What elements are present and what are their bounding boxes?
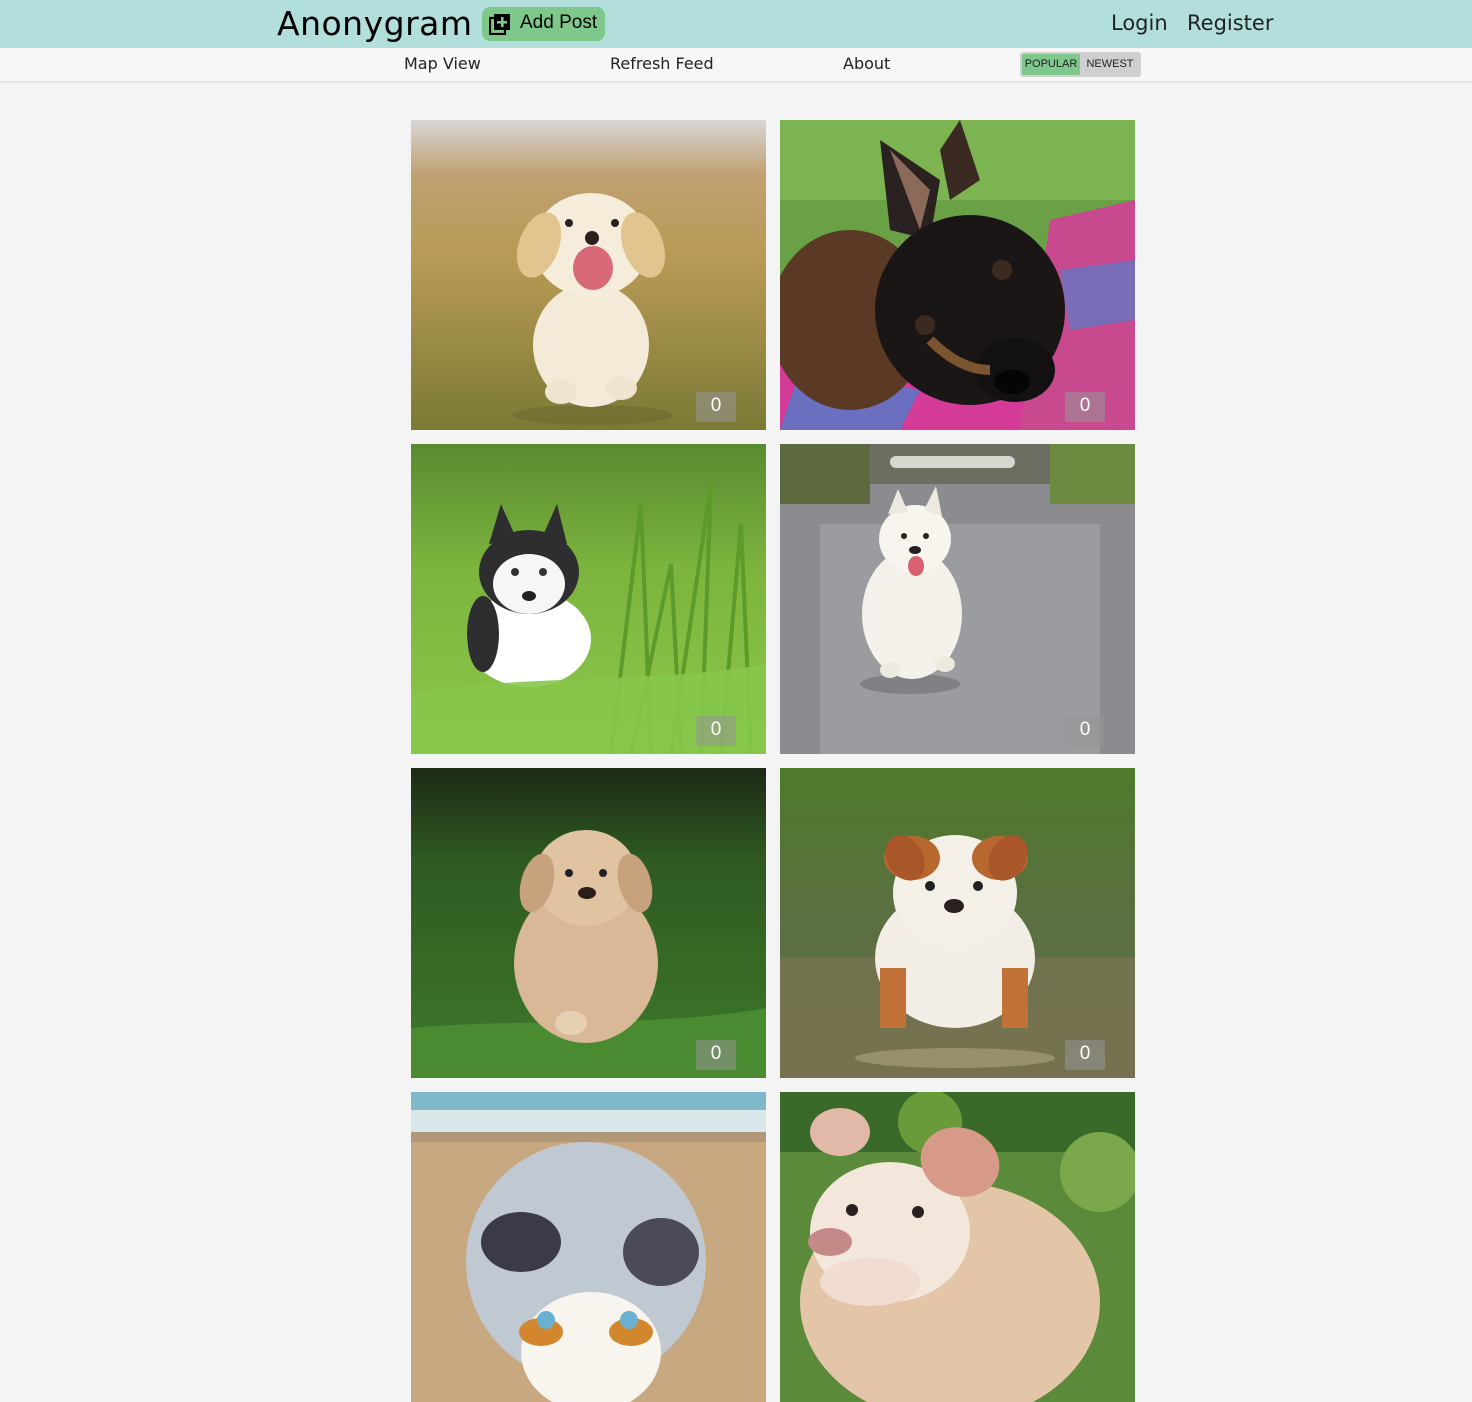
post-image <box>780 444 1135 754</box>
add-post-button[interactable]: Add Post <box>482 7 605 41</box>
add-box-icon <box>489 14 510 35</box>
login-link[interactable]: Login <box>1111 0 1168 46</box>
vote-count[interactable]: 0 <box>1065 392 1105 422</box>
about-link[interactable]: About <box>843 48 890 80</box>
post-card[interactable]: 0 <box>780 768 1135 1078</box>
register-link[interactable]: Register <box>1187 0 1273 46</box>
sort-newest-option[interactable]: NEWEST <box>1080 54 1140 75</box>
vote-count[interactable]: 0 <box>1065 716 1105 746</box>
add-post-label: Add Post <box>520 12 598 33</box>
brand-logo[interactable]: Anonygram <box>277 2 473 46</box>
sort-toggle[interactable]: POPULAR NEWEST <box>1020 52 1141 77</box>
post-image <box>411 768 766 1078</box>
post-card[interactable] <box>780 1092 1135 1402</box>
post-image <box>411 444 766 754</box>
post-image <box>411 1092 766 1402</box>
post-image <box>780 768 1135 1078</box>
post-card[interactable]: 0 <box>780 444 1135 754</box>
vote-count[interactable]: 0 <box>696 1040 736 1070</box>
post-card[interactable]: 0 <box>411 444 766 754</box>
top-app-bar: Anonygram Add Post Login Register <box>0 0 1472 48</box>
post-card[interactable]: 0 <box>411 768 766 1078</box>
post-card[interactable]: 0 <box>411 120 766 430</box>
post-image <box>780 120 1135 430</box>
post-card[interactable]: 0 <box>780 120 1135 430</box>
post-card[interactable] <box>411 1092 766 1402</box>
sub-navigation: Map View Refresh Feed About POPULAR NEWE… <box>0 48 1472 82</box>
refresh-feed-link[interactable]: Refresh Feed <box>610 48 714 80</box>
map-view-link[interactable]: Map View <box>404 48 481 80</box>
vote-count[interactable]: 0 <box>1065 1040 1105 1070</box>
vote-count[interactable]: 0 <box>696 716 736 746</box>
vote-count[interactable]: 0 <box>696 392 736 422</box>
post-image <box>411 120 766 430</box>
post-image <box>780 1092 1135 1402</box>
sort-popular-option[interactable]: POPULAR <box>1022 54 1080 75</box>
